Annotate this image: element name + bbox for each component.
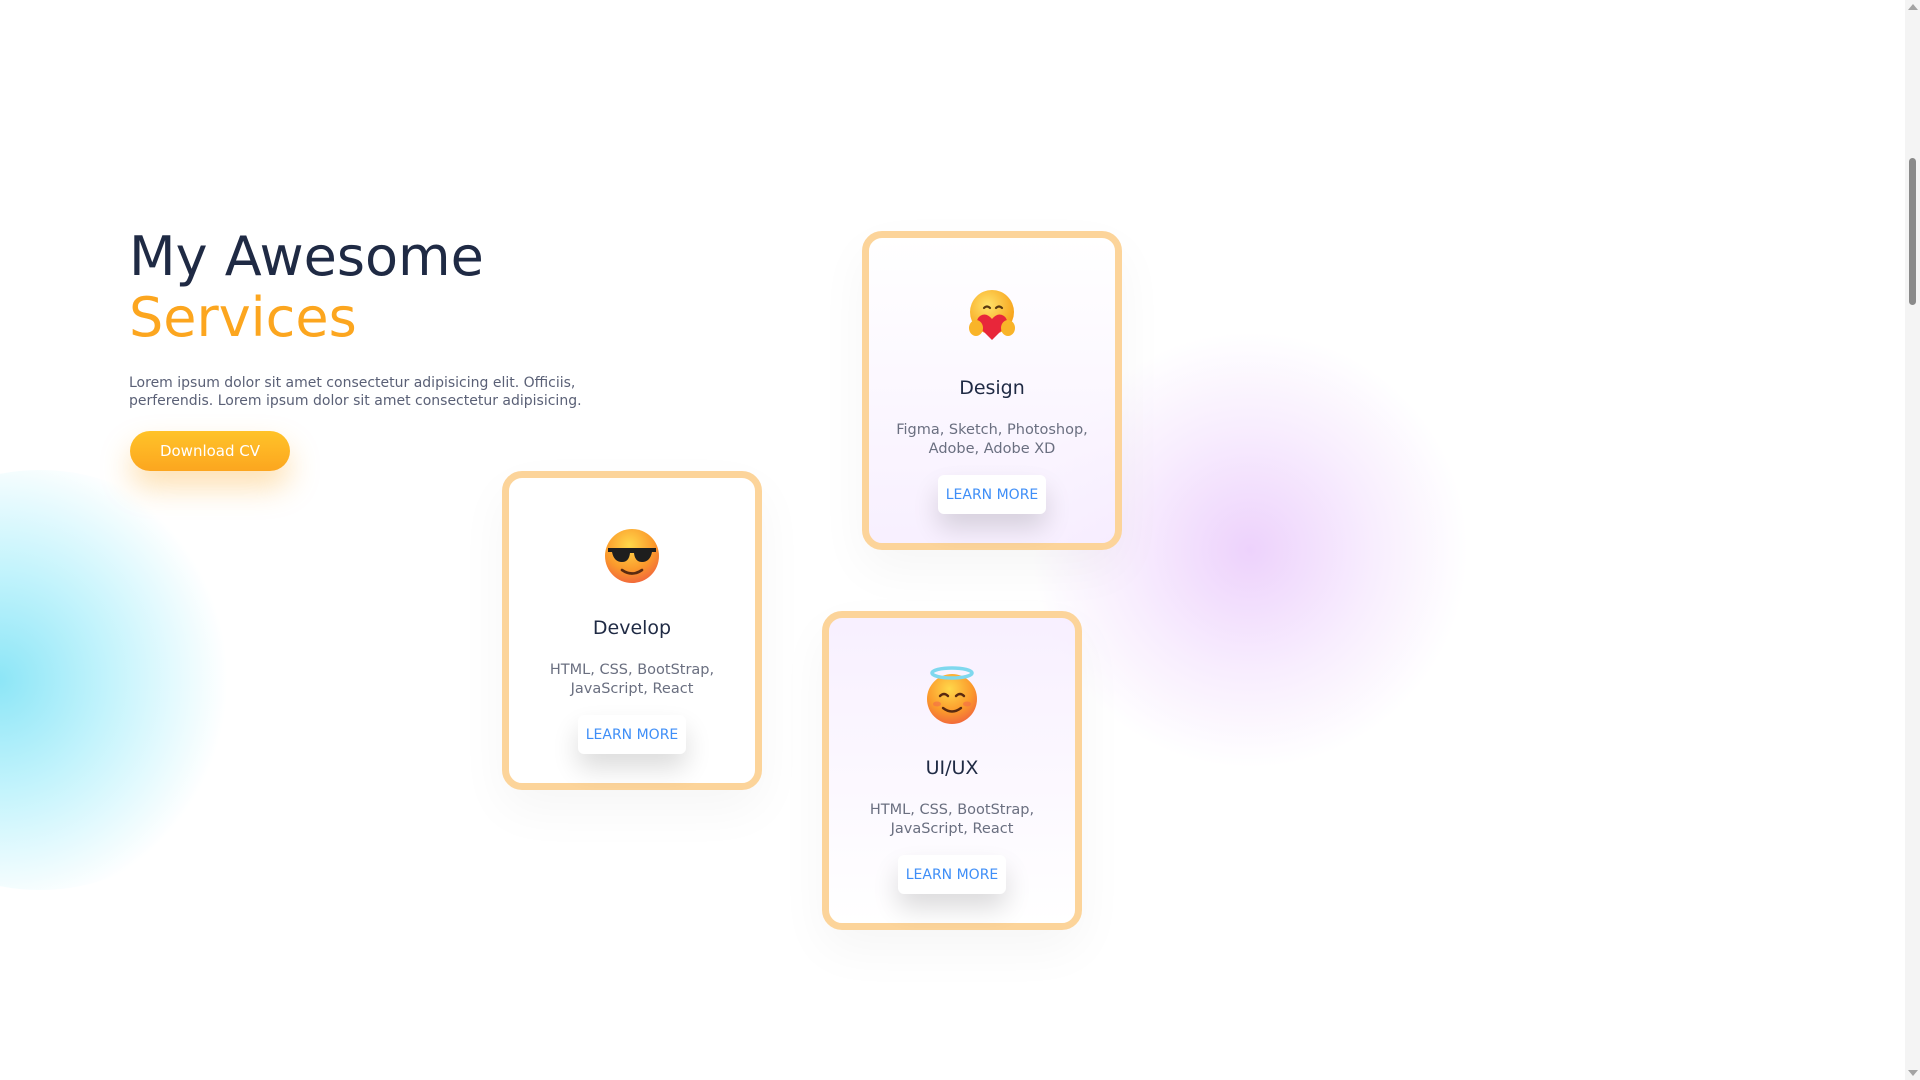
service-card-develop: Develop HTML, CSS, BootStrap, JavaScript… (502, 471, 762, 790)
learn-more-button[interactable]: LEARN MORE (578, 715, 686, 754)
learn-more-button[interactable]: LEARN MORE (898, 855, 1006, 894)
scroll-up-arrow-icon[interactable] (1908, 4, 1918, 10)
sunglasses-emoji-icon (605, 529, 659, 583)
hugging-heart-emoji-icon (969, 290, 1015, 340)
heading-line-1: My Awesome (129, 225, 484, 288)
services-description: Lorem ipsum dolor sit amet consectetur a… (129, 375, 582, 409)
card-skills: HTML, CSS, BootStrap, JavaScript, React (869, 802, 1035, 837)
scrollbar-thumb[interactable] (1909, 158, 1916, 305)
service-card-design: Design Figma, Sketch, Photoshop, Adobe, … (862, 231, 1122, 550)
services-heading: My Awesome Services (129, 226, 484, 348)
card-title: Design (959, 377, 1025, 399)
cyan-blur-decoration (0, 470, 250, 890)
scroll-down-arrow-icon[interactable] (1908, 1070, 1918, 1076)
download-cv-button[interactable]: Download CV (130, 431, 290, 471)
card-skills: Figma, Sketch, Photoshop, Adobe, Adobe X… (896, 422, 1088, 457)
services-page: My Awesome Services Lorem ipsum dolor si… (0, 0, 1920, 1080)
card-title: UI/UX (925, 757, 979, 779)
vertical-scrollbar[interactable] (1905, 0, 1920, 1080)
card-title: Develop (592, 617, 672, 639)
service-card-uiux: UI/UX HTML, CSS, BootStrap, JavaScript, … (822, 611, 1082, 930)
learn-more-button[interactable]: LEARN MORE (938, 475, 1046, 514)
card-skills: HTML, CSS, BootStrap, JavaScript, React (549, 662, 715, 697)
halo-emoji-icon (927, 666, 977, 724)
heading-line-2: Services (129, 286, 357, 349)
